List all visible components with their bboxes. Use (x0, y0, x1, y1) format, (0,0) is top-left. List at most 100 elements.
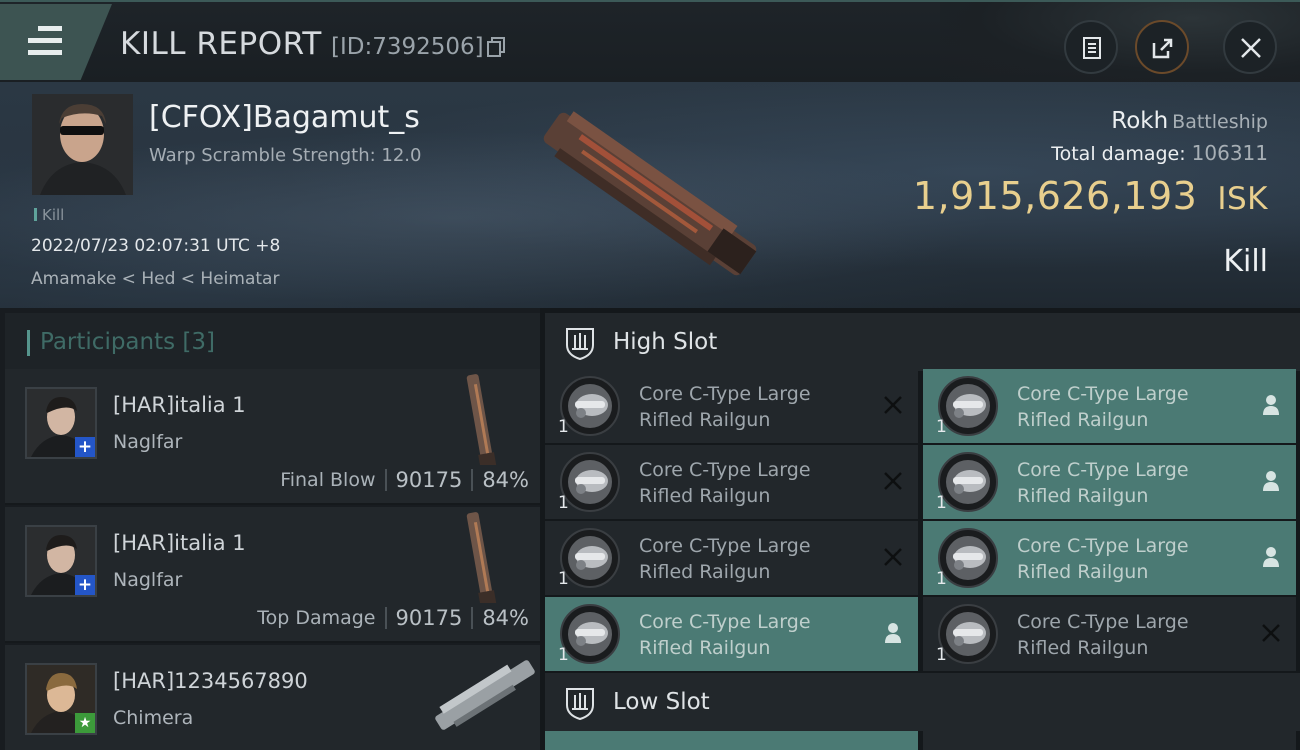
kill-result: Kill (1223, 244, 1268, 279)
participant-name[interactable]: [HAR]1234567890 (113, 669, 308, 693)
header-accent-bar (27, 330, 30, 356)
total-damage: Total damage: 106311 (1051, 141, 1268, 165)
participant-stats: Top Damage 90175 84% (257, 606, 529, 630)
module-name: Core C-Type Large Rifled Railgun (639, 609, 811, 661)
module-name-line1: Core C-Type Large (1017, 459, 1189, 481)
x-mark-icon (1262, 624, 1280, 642)
module-quantity: 1 (936, 645, 947, 665)
participants-header: Participants [3] (5, 313, 540, 371)
divider (471, 607, 474, 629)
shield-slot-icon (566, 688, 594, 721)
participant-ship: Naglfar (113, 569, 183, 591)
module-name-line1: Core C-Type Large (639, 459, 811, 481)
clipboard-button[interactable] (1064, 20, 1118, 74)
share-icon (1152, 38, 1173, 59)
module-item[interactable]: 1 Core C-Type Large Rifled Railgun (545, 597, 918, 671)
fitting-panel[interactable]: High Slot Low Slot 1 Core C-Type Large Rif… (540, 308, 1300, 750)
participant-ship-image[interactable] (445, 373, 515, 465)
module-name-line2: Rifled Railgun (1017, 561, 1149, 583)
close-button[interactable] (1223, 20, 1277, 74)
stat-label: Top Damage (257, 607, 376, 629)
victim-name[interactable]: [CFOX]Bagamut_s (149, 100, 420, 135)
module-name: Core C-Type Large Rifled Railgun (1017, 457, 1189, 509)
victim-summary: [CFOX]Bagamut_s Warp Scramble Strength: … (0, 82, 1300, 308)
low-slot-label: Low Slot (613, 689, 710, 715)
module-item[interactable]: 1 Core C-Type Large Rifled Railgun (545, 369, 918, 443)
module-item[interactable]: 1 Core C-Type Large Rifled Railgun (545, 521, 918, 595)
module-name: Core C-Type Large Rifled Railgun (1017, 533, 1189, 585)
total-damage-label: Total damage: (1051, 143, 1186, 165)
page-title: KILL REPORT (120, 26, 322, 62)
total-damage-value: 106311 (1191, 141, 1268, 165)
person-icon (885, 623, 901, 643)
person-icon (1263, 547, 1279, 567)
person-icon (1263, 471, 1279, 491)
low-slot-module[interactable] (923, 731, 1296, 750)
participant-name[interactable]: [HAR]italia 1 (113, 393, 246, 417)
module-name-line2: Rifled Railgun (639, 485, 771, 507)
top-bar: KILL REPORT [ID:7392506] (0, 0, 1300, 84)
participant-badge: + (75, 437, 95, 457)
participant-row[interactable]: + [HAR]italia 1 Naglfar Final Blow 90175… (5, 369, 540, 505)
stat-label: Final Blow (280, 469, 376, 491)
victim-ship-image[interactable] (530, 104, 770, 284)
x-mark-icon (884, 396, 902, 414)
low-slot-header: Low Slot (545, 673, 1300, 731)
module-item[interactable]: 1 Core C-Type Large Rifled Railgun (923, 369, 1296, 443)
participant-avatar[interactable]: + (25, 525, 97, 597)
damage-value: 90175 (395, 468, 463, 492)
high-slot-label: High Slot (613, 329, 718, 355)
report-id: [ID:7392506] (331, 34, 484, 60)
warp-scramble-strength: Warp Scramble Strength: 12.0 (149, 145, 422, 166)
participant-ship: Naglfar (113, 431, 183, 453)
module-quantity: 1 (936, 493, 947, 513)
person-icon (1263, 395, 1279, 415)
module-quantity: 1 (558, 645, 569, 665)
clipboard-icon (1083, 37, 1101, 59)
module-name: Core C-Type Large Rifled Railgun (1017, 609, 1189, 661)
victim-avatar[interactable] (32, 94, 133, 195)
participant-ship-image[interactable] (430, 649, 540, 741)
low-slot-module[interactable] (545, 731, 918, 750)
module-name-line2: Rifled Railgun (1017, 485, 1149, 507)
module-quantity: 1 (558, 417, 569, 437)
module-item[interactable]: 1 Core C-Type Large Rifled Railgun (923, 597, 1296, 671)
damage-percent: 84% (482, 606, 529, 630)
kill-tag: Kill (34, 206, 64, 224)
module-name-line1: Core C-Type Large (639, 535, 811, 557)
x-mark-icon (884, 472, 902, 490)
module-item[interactable]: 1 Core C-Type Large Rifled Railgun (923, 445, 1296, 519)
participant-badge: + (75, 575, 95, 595)
module-name-line2: Rifled Railgun (1017, 637, 1149, 659)
share-button[interactable] (1135, 20, 1189, 74)
module-name-line1: Core C-Type Large (639, 383, 811, 405)
kill-location[interactable]: Amamake < Hed < Heimatar (31, 269, 279, 289)
victim-ship[interactable]: Rokh Battleship (1111, 108, 1268, 134)
module-item[interactable]: 1 Core C-Type Large Rifled Railgun (923, 521, 1296, 595)
module-name: Core C-Type Large Rifled Railgun (1017, 381, 1189, 433)
kill-timestamp: 2022/07/23 02:07:31 UTC +8 (31, 236, 281, 256)
module-quantity: 1 (558, 493, 569, 513)
participant-name[interactable]: [HAR]italia 1 (113, 531, 246, 555)
participant-row[interactable]: + [HAR]italia 1 Naglfar Top Damage 90175… (5, 507, 540, 643)
participant-avatar[interactable]: + (25, 387, 97, 459)
module-name-line2: Rifled Railgun (639, 637, 771, 659)
high-slot-header: High Slot (545, 313, 1300, 371)
divider (471, 469, 474, 491)
participant-row[interactable]: ★ [HAR]1234567890 Chimera (5, 645, 540, 750)
x-mark-icon (884, 548, 902, 566)
module-name-line1: Core C-Type Large (639, 611, 811, 633)
participant-avatar[interactable]: ★ (25, 663, 97, 735)
participants-panel[interactable]: Participants [3] + [HAR]italia 1 Naglfar… (0, 308, 540, 750)
damage-value: 90175 (395, 606, 463, 630)
menu-button[interactable] (0, 4, 112, 80)
participant-ship-image[interactable] (445, 511, 515, 603)
module-item[interactable]: 1 Core C-Type Large Rifled Railgun (545, 445, 918, 519)
module-name-line1: Core C-Type Large (1017, 383, 1189, 405)
isk-value: 1,915,626,193 ISK (913, 174, 1268, 218)
module-name-line2: Rifled Railgun (639, 409, 771, 431)
copy-icon[interactable] (486, 36, 506, 58)
shield-slot-icon (566, 328, 594, 361)
module-name-line1: Core C-Type Large (1017, 611, 1189, 633)
divider (384, 469, 387, 491)
